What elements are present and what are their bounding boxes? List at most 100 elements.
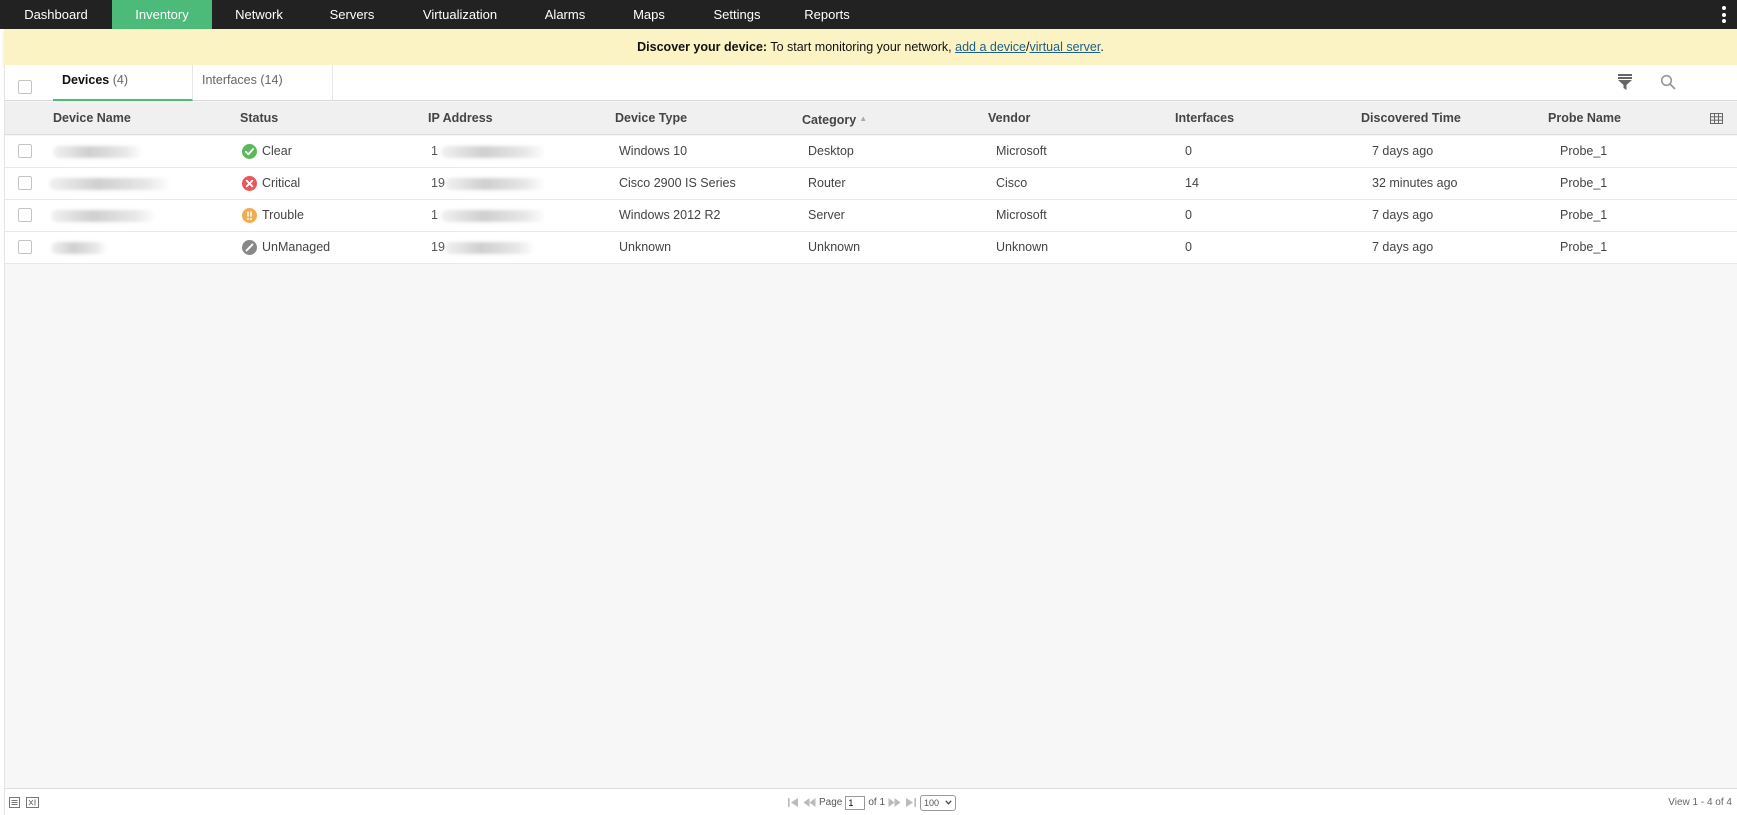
banner-text: To start monitoring your network, [767, 40, 956, 54]
table-row[interactable]: Critical 19 Cisco 2900 IS Series Router … [5, 168, 1737, 200]
table-row[interactable]: Trouble 1 Windows 2012 R2 Server Microso… [5, 200, 1737, 232]
page-size-select[interactable]: 100 [920, 794, 957, 811]
table-row[interactable]: Clear 1 Windows 10 Desktop Microsoft 0 7… [5, 136, 1737, 168]
column-category[interactable]: Category ▲ [802, 102, 867, 137]
status-text: Clear [262, 144, 292, 158]
probe-name-cell: Probe_1 [1560, 208, 1608, 222]
column-interfaces[interactable]: Interfaces [1175, 102, 1234, 135]
discover-banner: Discover your device: To start monitorin… [4, 29, 1737, 65]
ip-address-prefix: 19 [431, 176, 445, 190]
vendor-cell: Cisco [996, 176, 1028, 190]
tab-interfaces-count: (14) [260, 73, 283, 87]
page-of-label: of 1 [868, 797, 886, 808]
ip-address-redacted [441, 210, 546, 222]
top-navigation-bar: Dashboard Inventory Network Servers Virt… [0, 0, 1737, 29]
column-device-type[interactable]: Device Type [615, 102, 687, 135]
last-page-icon[interactable] [904, 797, 917, 808]
device-name-redacted[interactable] [53, 146, 143, 158]
table-footer: Page of 1 100 View 1 - 4 of 4 [5, 788, 1737, 815]
column-discovered-time[interactable]: Discovered Time [1361, 102, 1461, 135]
inventory-panel: Devices (4) Interfaces (14) Device Name … [4, 65, 1737, 815]
status-text: UnManaged [262, 240, 331, 254]
category-cell: Unknown [808, 240, 861, 254]
column-vendor[interactable]: Vendor [988, 102, 1030, 135]
category-cell: Server [808, 208, 845, 222]
more-options-icon[interactable] [1721, 6, 1727, 23]
next-page-icon[interactable] [888, 797, 901, 808]
x-circle-icon [242, 176, 257, 191]
check-circle-icon [242, 144, 257, 159]
ip-address-prefix: 19 [431, 240, 445, 254]
page-number-input[interactable] [845, 795, 866, 810]
status-text: Trouble [262, 208, 304, 222]
nav-item-alarms[interactable]: Alarms [522, 0, 608, 29]
select-all-checkbox[interactable] [18, 80, 32, 94]
table-row[interactable]: UnManaged 19 Unknown Unknown Unknown 0 7… [5, 232, 1737, 264]
vendor-cell: Microsoft [996, 144, 1047, 158]
filter-icon[interactable] [1618, 74, 1632, 90]
ip-address-redacted [441, 146, 546, 158]
nav-item-dashboard[interactable]: Dashboard [0, 0, 112, 29]
device-name-redacted[interactable] [51, 210, 156, 222]
search-icon[interactable] [1660, 74, 1676, 90]
nav-item-network[interactable]: Network [212, 0, 306, 29]
banner-end: . [1100, 40, 1104, 54]
nav-item-servers[interactable]: Servers [306, 0, 398, 29]
unmanaged-circle-icon [242, 240, 257, 255]
column-device-name[interactable]: Device Name [53, 102, 131, 135]
probe-name-cell: Probe_1 [1560, 240, 1608, 254]
tab-interfaces[interactable]: Interfaces (14) [193, 65, 333, 101]
column-status[interactable]: Status [240, 102, 278, 135]
chevron-down-icon [945, 800, 952, 805]
nav-item-virtualization[interactable]: Virtualization [398, 0, 522, 29]
vendor-cell: Unknown [996, 240, 1049, 254]
export-excel-icon[interactable] [26, 797, 39, 808]
page-size-value: 100 [924, 797, 940, 808]
discovered-time-cell: 7 days ago [1372, 144, 1434, 158]
virtual-server-link[interactable]: virtual server [1030, 40, 1101, 54]
add-device-link[interactable]: add a device [955, 40, 1026, 54]
device-name-redacted[interactable] [51, 242, 107, 254]
interfaces-cell: 0 [1185, 240, 1192, 254]
export-table-icon[interactable] [9, 797, 20, 808]
device-type-cell: Unknown [619, 240, 672, 254]
row-checkbox[interactable] [18, 176, 32, 190]
column-category-label: Category [802, 113, 857, 127]
ip-address-redacted [445, 242, 535, 254]
column-chooser-icon[interactable] [1710, 113, 1723, 124]
discovered-time-cell: 7 days ago [1372, 240, 1434, 254]
discovered-time-cell: 32 minutes ago [1372, 176, 1458, 190]
interfaces-cell: 0 [1185, 208, 1192, 222]
nav-item-inventory[interactable]: Inventory [112, 0, 212, 29]
device-type-cell: Windows 10 [619, 144, 688, 158]
status-text: Critical [262, 176, 301, 190]
ip-address-prefix: 1 [431, 144, 438, 158]
column-probe-name[interactable]: Probe Name [1548, 102, 1621, 135]
ip-address-prefix: 1 [431, 208, 438, 222]
nav-item-settings[interactable]: Settings [690, 0, 784, 29]
interfaces-cell: 14 [1185, 176, 1199, 190]
banner-title: Discover your device: [637, 40, 768, 54]
category-cell: Router [808, 176, 846, 190]
row-checkbox[interactable] [18, 240, 32, 254]
nav-item-reports[interactable]: Reports [784, 0, 870, 29]
tab-devices[interactable]: Devices (4) [53, 65, 193, 101]
column-ip-address[interactable]: IP Address [428, 102, 493, 135]
sort-ascending-icon: ▲ [859, 114, 868, 123]
first-page-icon[interactable] [787, 797, 800, 808]
probe-name-cell: Probe_1 [1560, 176, 1608, 190]
tab-interfaces-label: Interfaces [202, 73, 257, 87]
vendor-cell: Microsoft [996, 208, 1047, 222]
nav-item-maps[interactable]: Maps [608, 0, 690, 29]
view-range-text: View 1 - 4 of 4 [1668, 797, 1732, 808]
page-label: Page [819, 797, 843, 808]
previous-page-icon[interactable] [803, 797, 816, 808]
table-header: Device Name Status IP Address Device Typ… [5, 102, 1737, 135]
row-checkbox[interactable] [18, 144, 32, 158]
device-type-cell: Windows 2012 R2 [619, 208, 721, 222]
tab-devices-label: Devices [62, 73, 110, 87]
tab-bar: Devices (4) Interfaces (14) [5, 65, 1737, 101]
row-checkbox[interactable] [18, 208, 32, 222]
device-name-redacted[interactable] [49, 178, 171, 190]
probe-name-cell: Probe_1 [1560, 144, 1608, 158]
